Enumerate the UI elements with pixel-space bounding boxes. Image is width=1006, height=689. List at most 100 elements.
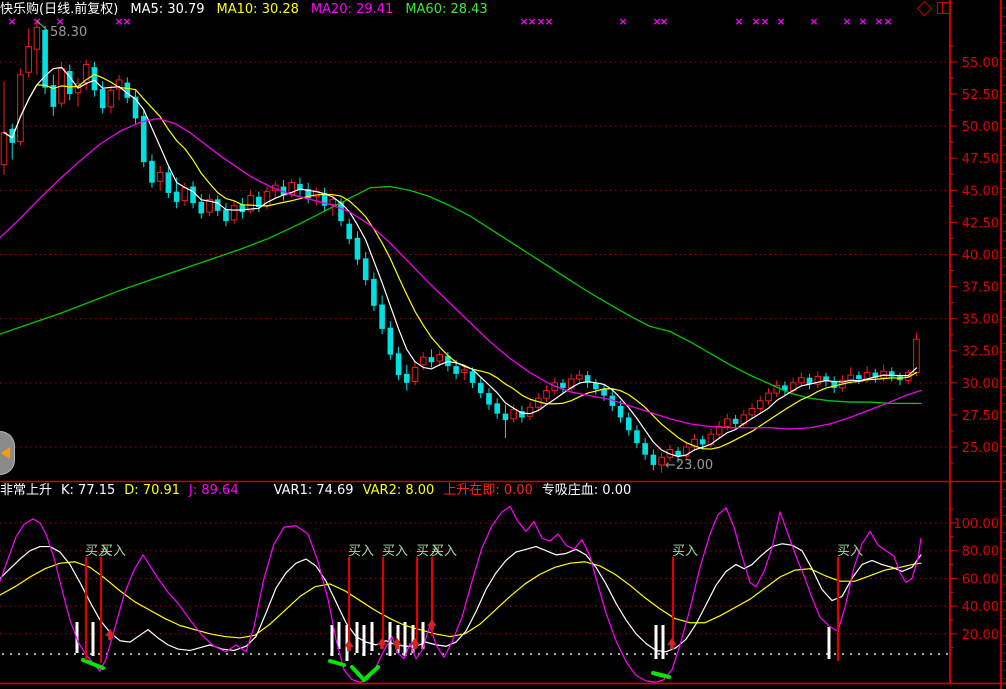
candle bbox=[429, 357, 435, 362]
buy-signal-label: 买入 bbox=[837, 544, 863, 559]
candle bbox=[100, 89, 106, 108]
candle bbox=[223, 210, 229, 222]
candle bbox=[149, 161, 155, 183]
indicator-header: 非常上升K: 77.15D: 70.91J: 89.64VAR1: 74.69V… bbox=[0, 483, 640, 498]
price-axis-label: 32.50 bbox=[962, 345, 999, 360]
indicator-readout: J: 89.64 bbox=[189, 483, 239, 498]
candle bbox=[108, 90, 114, 107]
candle bbox=[453, 366, 459, 374]
candle bbox=[725, 419, 731, 427]
candle bbox=[166, 172, 172, 193]
candle bbox=[174, 192, 180, 202]
buy-signal-label: 买入 bbox=[382, 544, 408, 559]
scatter-cross: × bbox=[809, 15, 818, 28]
low-price-callout: ←23.00 bbox=[665, 458, 713, 473]
candle bbox=[757, 401, 763, 409]
price-axis-label: 50.00 bbox=[962, 120, 999, 135]
candle bbox=[330, 199, 336, 204]
title-bar: 快乐购(日线.前复权) MA5: 30.79MA10: 30.28MA20: 2… bbox=[0, 1, 500, 18]
candle bbox=[601, 389, 607, 395]
green-mark bbox=[352, 667, 378, 680]
scatter-cross: × bbox=[734, 15, 743, 28]
ma-readout: MA5: 30.79 bbox=[130, 2, 204, 17]
buy-signal-label: 买入 bbox=[348, 544, 374, 559]
scatter-cross: × bbox=[842, 15, 851, 28]
value-axis-label: 40.00 bbox=[962, 600, 999, 615]
candle bbox=[157, 172, 163, 181]
split-window-icon[interactable] bbox=[937, 2, 951, 14]
price-axis-label: 55.00 bbox=[962, 56, 999, 71]
chart-canvas[interactable]: ×××××××××××××××××××××58.30←23.00买入买入买入买入… bbox=[0, 0, 1006, 689]
indicator-readout: VAR2: 8.00 bbox=[363, 483, 435, 498]
candle bbox=[26, 47, 32, 73]
price-axis-label: 42.50 bbox=[962, 216, 999, 231]
candle bbox=[182, 188, 188, 201]
price-axis-label: 37.50 bbox=[962, 281, 999, 296]
buy-arrow-icon bbox=[106, 629, 115, 640]
scatter-cross: × bbox=[776, 15, 785, 28]
candle bbox=[355, 238, 361, 260]
scatter-cross: × bbox=[858, 15, 867, 28]
candle bbox=[544, 391, 550, 399]
candle bbox=[651, 455, 657, 465]
candle bbox=[856, 375, 862, 379]
d-line bbox=[0, 562, 921, 638]
buy-signal-label: 买入 bbox=[431, 544, 457, 559]
price-axis-label: 25.00 bbox=[962, 441, 999, 456]
scatter-cross: × bbox=[618, 15, 627, 28]
candle bbox=[190, 186, 196, 203]
candle bbox=[749, 408, 755, 414]
candle bbox=[527, 407, 533, 416]
candle bbox=[503, 414, 509, 420]
candle bbox=[396, 353, 402, 375]
ma-readout: MA60: 28.43 bbox=[405, 2, 487, 17]
candle bbox=[34, 27, 40, 49]
scatter-cross: × bbox=[760, 15, 769, 28]
scatter-cross: × bbox=[874, 15, 883, 28]
indicator-readout: K: 77.15 bbox=[61, 483, 115, 498]
scatter-cross: × bbox=[883, 15, 892, 28]
candle bbox=[478, 383, 484, 393]
candle bbox=[642, 443, 648, 455]
candle bbox=[462, 370, 468, 373]
price-axis-label: 35.00 bbox=[962, 313, 999, 328]
candle bbox=[634, 430, 640, 443]
candle bbox=[1, 133, 7, 165]
symbol-title: 快乐购(日线.前复权) bbox=[0, 2, 118, 17]
price-axis-label: 52.50 bbox=[962, 88, 999, 103]
candle bbox=[675, 451, 681, 456]
buy-signal-label: 买入 bbox=[672, 544, 698, 559]
high-price-callout: 58.30 bbox=[50, 25, 87, 40]
ma-readout: MA20: 29.41 bbox=[311, 2, 393, 17]
candle bbox=[92, 67, 98, 90]
ma60-line bbox=[0, 186, 921, 403]
buy-arrow-icon bbox=[668, 638, 677, 649]
scatter-cross: × bbox=[751, 15, 760, 28]
candle bbox=[560, 383, 566, 388]
candle bbox=[388, 328, 394, 355]
candle bbox=[470, 371, 476, 383]
candle bbox=[42, 30, 48, 88]
ma-readouts: MA5: 30.79MA10: 30.28MA20: 29.41MA60: 28… bbox=[130, 2, 499, 17]
candle bbox=[363, 258, 369, 280]
candle bbox=[618, 406, 624, 418]
candle bbox=[240, 204, 246, 212]
diamond-icon[interactable] bbox=[917, 0, 933, 16]
price-axis-label: 40.00 bbox=[962, 248, 999, 263]
stock-app-window: ×××××××××××××××××××××58.30←23.00买入买入买入买入… bbox=[0, 0, 1006, 689]
indicator-readout: 专吸庄血: 0.00 bbox=[542, 483, 631, 498]
candle bbox=[626, 417, 632, 430]
candle bbox=[371, 279, 377, 306]
candle bbox=[420, 357, 426, 365]
scatter-cross: × bbox=[527, 15, 536, 28]
indicator-readout: 上升在即: 0.00 bbox=[443, 483, 532, 498]
value-axis-label: 60.00 bbox=[962, 572, 999, 587]
candle bbox=[766, 393, 772, 401]
k-line bbox=[0, 544, 921, 652]
left-arrow-icon bbox=[1, 447, 10, 459]
indicator-readout: D: 70.91 bbox=[124, 483, 180, 498]
candle bbox=[18, 75, 24, 142]
candle bbox=[494, 403, 500, 413]
candle bbox=[700, 439, 706, 444]
window-icons bbox=[919, 2, 951, 14]
